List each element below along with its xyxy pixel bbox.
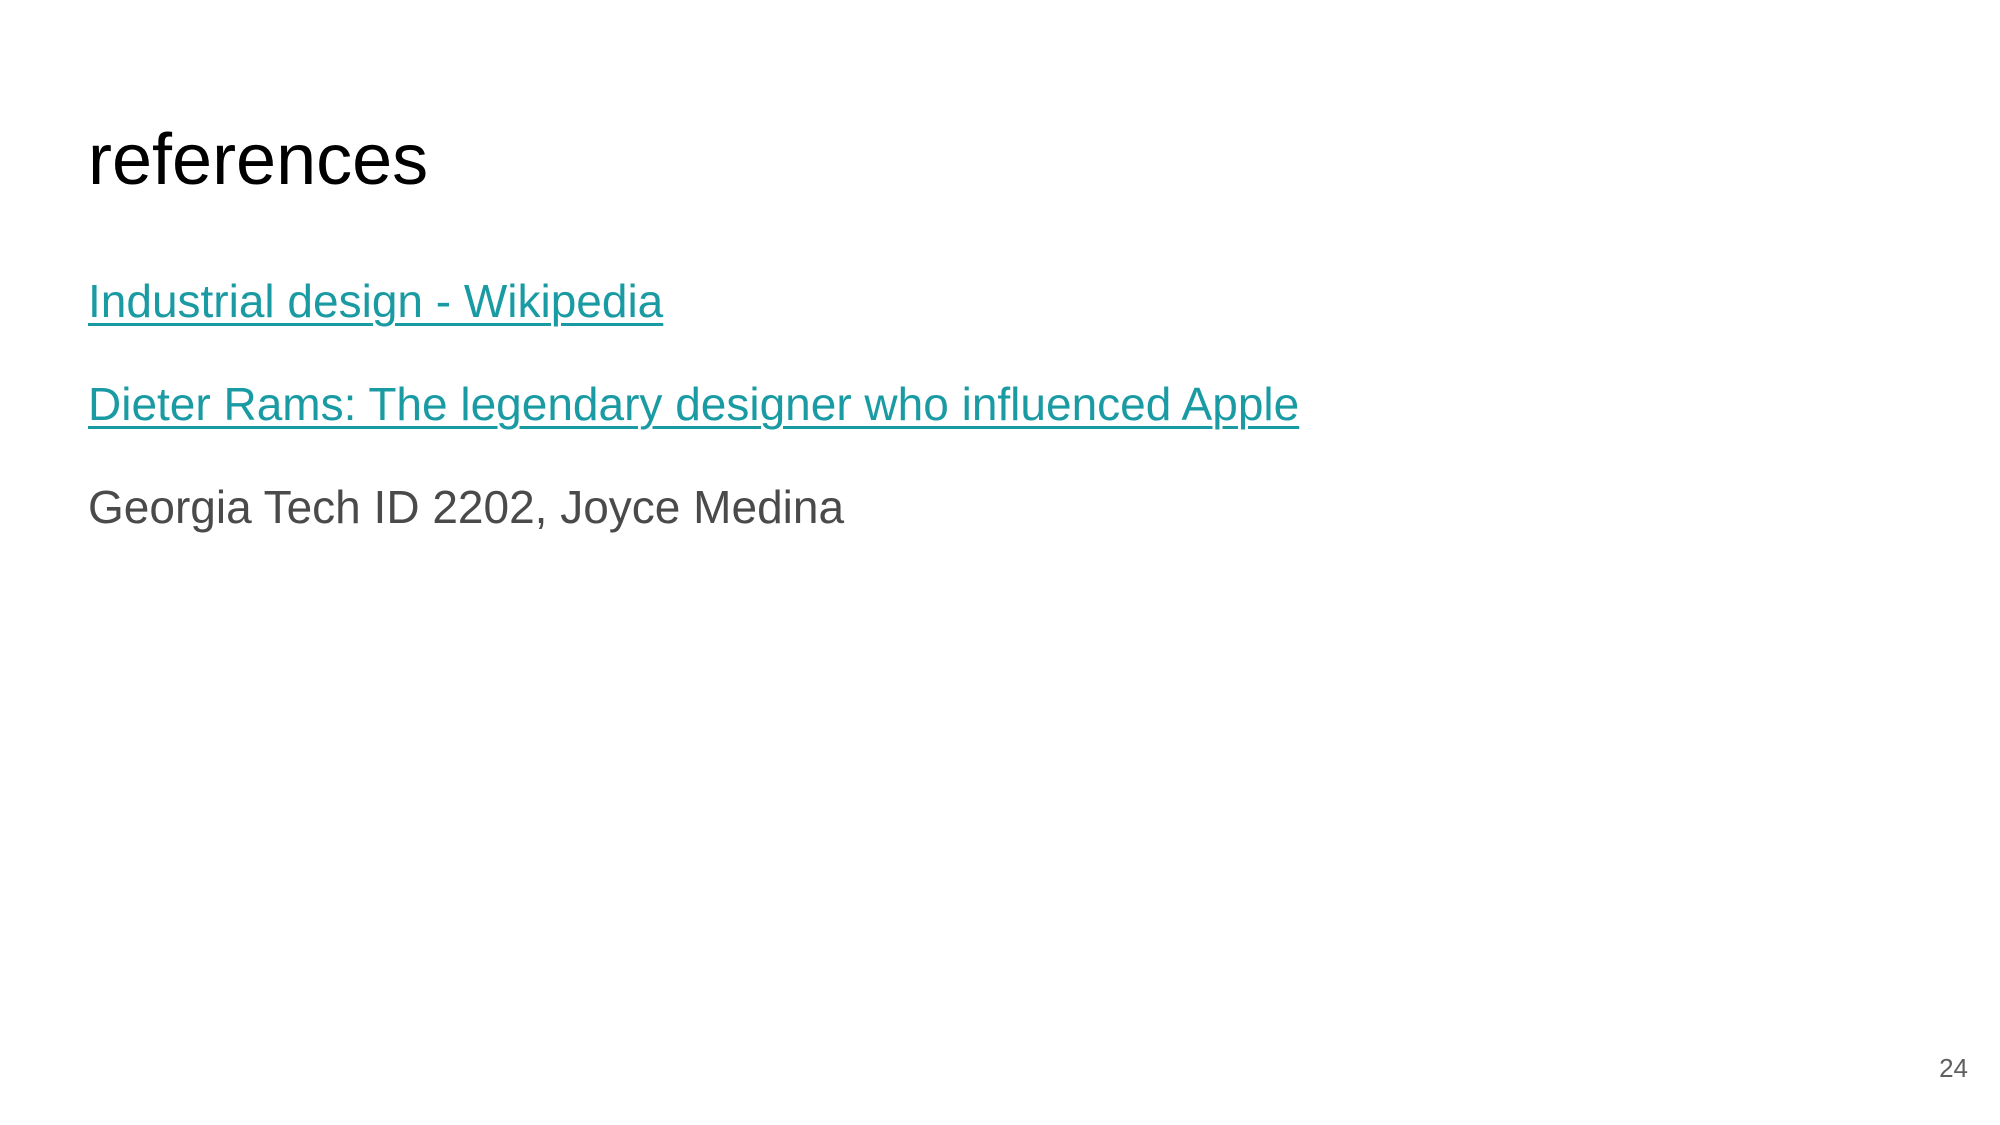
reference-list: Industrial design - Wikipedia Dieter Ram… [88,272,1299,581]
reference-item-dieter-rams: Dieter Rams: The legendary designer who … [88,375,1299,433]
reference-item-georgia-tech: Georgia Tech ID 2202, Joyce Medina [88,478,1299,536]
georgia-tech-reference-text: Georgia Tech ID 2202, Joyce Medina [88,481,845,533]
dieter-rams-article-link[interactable]: Dieter Rams: The legendary designer who … [88,378,1299,430]
slide-title: references [88,120,429,200]
page-number: 24 [1939,1053,1968,1083]
slide: references Industrial design - Wikipedia… [0,0,2000,1125]
industrial-design-wikipedia-link[interactable]: Industrial design - Wikipedia [88,275,663,327]
reference-item-industrial-design: Industrial design - Wikipedia [88,272,1299,330]
